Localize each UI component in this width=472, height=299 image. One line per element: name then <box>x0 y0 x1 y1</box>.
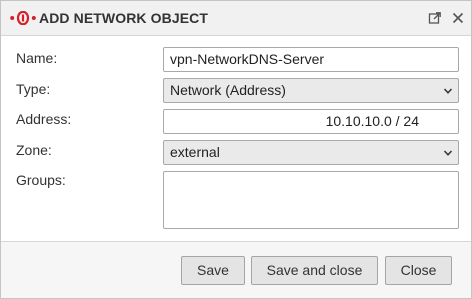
groups-label: Groups: <box>16 172 66 188</box>
zone-label: Zone: <box>16 142 52 158</box>
type-label: Type: <box>16 81 51 97</box>
zone-select-value: external <box>170 144 220 160</box>
name-label: Name: <box>16 50 58 66</box>
close-icon[interactable] <box>451 11 465 25</box>
popout-icon[interactable] <box>428 11 442 25</box>
securepoint-logo-icon <box>10 11 36 25</box>
zone-select[interactable]: external <box>163 140 459 165</box>
close-button[interactable]: Close <box>385 256 452 285</box>
type-select[interactable]: Network (Address) <box>163 78 459 103</box>
address-input[interactable]: 10.10.10.0 / 24 <box>163 109 459 134</box>
chevron-down-icon <box>443 150 453 156</box>
save-and-close-button[interactable]: Save and close <box>251 256 378 285</box>
address-label: Address: <box>16 111 72 127</box>
groups-field[interactable] <box>163 171 459 229</box>
chevron-down-icon <box>443 88 453 94</box>
dialog-title: ADD NETWORK OBJECT <box>39 10 209 26</box>
save-button[interactable]: Save <box>181 256 245 285</box>
dialog-form: Name: vpn-NetworkDNS-Server Type: Networ… <box>1 36 471 242</box>
type-select-value: Network (Address) <box>170 82 286 98</box>
add-network-object-dialog: ADD NETWORK OBJECT Name: vpn-NetworkDNS-… <box>0 0 472 299</box>
name-input[interactable]: vpn-NetworkDNS-Server <box>163 47 459 72</box>
dialog-titlebar[interactable]: ADD NETWORK OBJECT <box>1 1 471 36</box>
